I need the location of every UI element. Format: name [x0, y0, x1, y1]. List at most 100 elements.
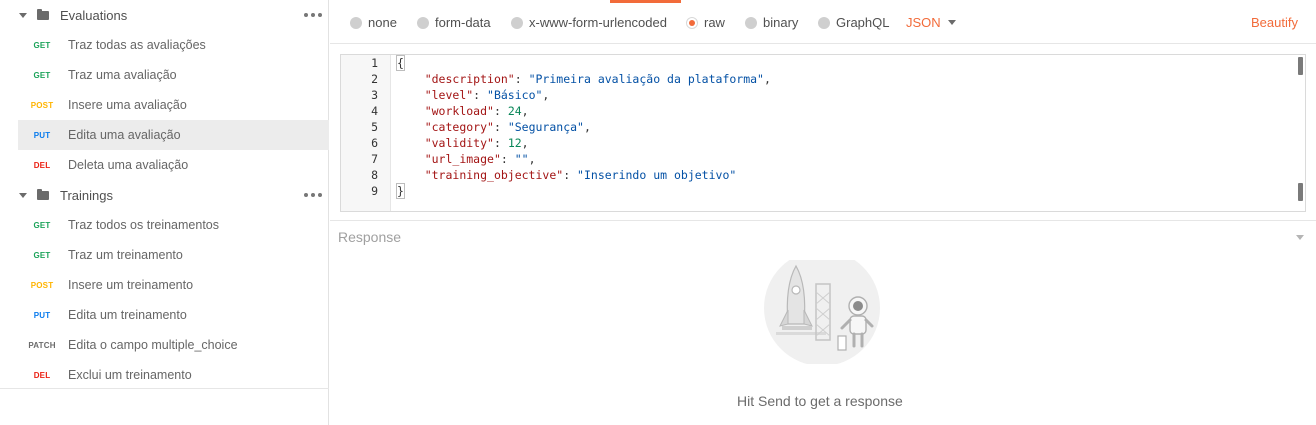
line-number: 5	[371, 120, 378, 134]
request-item[interactable]: DEL Deleta uma avaliação	[18, 150, 329, 180]
json-key: "level"	[424, 88, 474, 102]
method-badge: DEL	[33, 370, 51, 380]
more-icon[interactable]	[304, 10, 322, 20]
json-trail: ,	[763, 72, 771, 86]
request-item[interactable]: PATCH Edita o campo multiple_choice	[18, 330, 329, 360]
radio-raw[interactable]	[686, 17, 698, 29]
line-number: 7	[371, 152, 378, 166]
json-value: "Básico"	[487, 88, 543, 102]
method-badge: PUT	[33, 130, 51, 140]
astronaut-visor	[853, 301, 863, 311]
request-name: Edita um treinamento	[68, 308, 187, 322]
code-line: "training_objective": "Inserindo um obje…	[424, 168, 737, 182]
radio-form-data-label[interactable]: form-data	[435, 15, 491, 30]
line-number: 3	[371, 88, 378, 102]
folder-evaluations[interactable]: Evaluations	[0, 0, 329, 30]
line-number: 1	[371, 56, 378, 70]
rocket-astronaut-illustration	[764, 260, 880, 364]
radio-graphql[interactable]	[818, 17, 830, 29]
request-name: Insere uma avaliação	[68, 98, 187, 112]
radio-form-data[interactable]	[417, 17, 429, 29]
request-item[interactable]: POST Insere um treinamento	[18, 270, 329, 300]
json-value: 12	[507, 136, 522, 150]
request-item[interactable]: GET Traz todos os treinamentos	[18, 210, 329, 240]
folder-name: Evaluations	[60, 7, 128, 23]
json-trail: ,	[528, 152, 536, 166]
more-icon[interactable]	[304, 190, 322, 200]
rocket-window	[791, 285, 801, 295]
beautify-button[interactable]: Beautify	[1251, 15, 1298, 30]
code-line: "validity": 12,	[424, 136, 529, 150]
chevron-down-icon[interactable]	[948, 20, 956, 25]
line-gutter: 1 2 3 4 5 6 7 8 9	[341, 55, 391, 211]
format-select[interactable]: JSON	[906, 15, 941, 30]
method-badge: POST	[30, 280, 54, 290]
folder-name: Trainings	[60, 187, 113, 203]
response-title: Response	[338, 229, 402, 245]
code-line: "url_image": "",	[424, 152, 536, 166]
editor-scrollbar-thumb[interactable]	[1298, 183, 1303, 201]
editor-scrollbar-thumb[interactable]	[1298, 57, 1303, 75]
radio-raw-label[interactable]: raw	[704, 15, 725, 30]
chevron-down-icon[interactable]	[19, 192, 27, 198]
close-brace: }	[396, 183, 405, 199]
chevron-down-icon[interactable]	[19, 12, 27, 18]
radio-graphql-label[interactable]: GraphQL	[836, 15, 889, 30]
line-number: 6	[371, 136, 378, 150]
json-value: "Primeira avaliação da plataforma"	[528, 72, 764, 86]
json-key: "description"	[424, 72, 515, 86]
request-item[interactable]: DEL Exclui um treinamento	[18, 360, 329, 390]
sidebar: Evaluations GET Traz todas as avaliações…	[0, 0, 329, 425]
radio-none[interactable]	[350, 17, 362, 29]
radio-urlencoded[interactable]	[511, 17, 523, 29]
request-item-active[interactable]: PUT Edita uma avaliação	[18, 120, 329, 150]
request-name: Traz todas as avaliações	[68, 38, 206, 52]
json-trail: ,	[521, 136, 529, 150]
json-trail: ,	[521, 104, 529, 118]
open-brace: {	[396, 55, 405, 71]
request-name: Edita uma avaliação	[68, 128, 181, 142]
folder-trainings[interactable]: Trainings	[0, 180, 329, 210]
line-number: 9	[371, 184, 378, 198]
radio-binary[interactable]	[745, 17, 757, 29]
method-badge: GET	[33, 220, 51, 230]
request-name: Traz uma avaliação	[68, 68, 177, 82]
request-item[interactable]: GET Traz todas as avaliações	[18, 30, 329, 60]
method-badge: PATCH	[28, 340, 56, 350]
json-key: "workload"	[424, 104, 494, 118]
json-key: "url_image"	[424, 152, 501, 166]
method-badge: GET	[33, 250, 51, 260]
json-key: "training_objective"	[424, 168, 564, 182]
astronaut-suit	[849, 315, 867, 335]
code-editor[interactable]: 1 2 3 4 5 6 7 8 9 { "description": "Prim…	[340, 54, 1306, 212]
code-line: {	[396, 55, 405, 71]
request-item[interactable]: GET Traz uma avaliação	[18, 60, 329, 90]
json-trail: ,	[583, 120, 591, 134]
code-line: }	[396, 183, 405, 199]
launch-pad	[782, 326, 812, 330]
request-name: Exclui um treinamento	[68, 368, 192, 382]
folder-icon	[37, 188, 49, 200]
code-line: "level": "Básico",	[424, 88, 550, 102]
code-line: "workload": 24,	[424, 104, 529, 118]
code-line: "description": "Primeira avaliação da pl…	[424, 72, 771, 86]
line-number: 2	[371, 72, 378, 86]
json-value: 24	[507, 104, 522, 118]
radio-binary-label[interactable]: binary	[763, 15, 798, 30]
chevron-down-icon[interactable]	[1296, 235, 1304, 240]
request-name: Insere um treinamento	[68, 278, 194, 292]
request-item[interactable]: GET Traz um treinamento	[18, 240, 329, 270]
line-number: 8	[371, 168, 378, 182]
json-value: ""	[514, 152, 529, 166]
request-item[interactable]: POST Insere uma avaliação	[18, 90, 329, 120]
request-item[interactable]: PUT Edita um treinamento	[18, 300, 329, 330]
method-badge: GET	[33, 40, 51, 50]
json-value: "Segurança"	[507, 120, 584, 134]
radio-none-label[interactable]: none	[368, 15, 397, 30]
request-name: Traz um treinamento	[68, 248, 183, 262]
method-badge: DEL	[33, 160, 51, 170]
json-trail: ,	[542, 88, 550, 102]
radio-urlencoded-label[interactable]: x-www-form-urlencoded	[529, 15, 667, 30]
request-name: Deleta uma avaliação	[68, 158, 189, 172]
empty-response-hint: Hit Send to get a response	[737, 393, 903, 409]
